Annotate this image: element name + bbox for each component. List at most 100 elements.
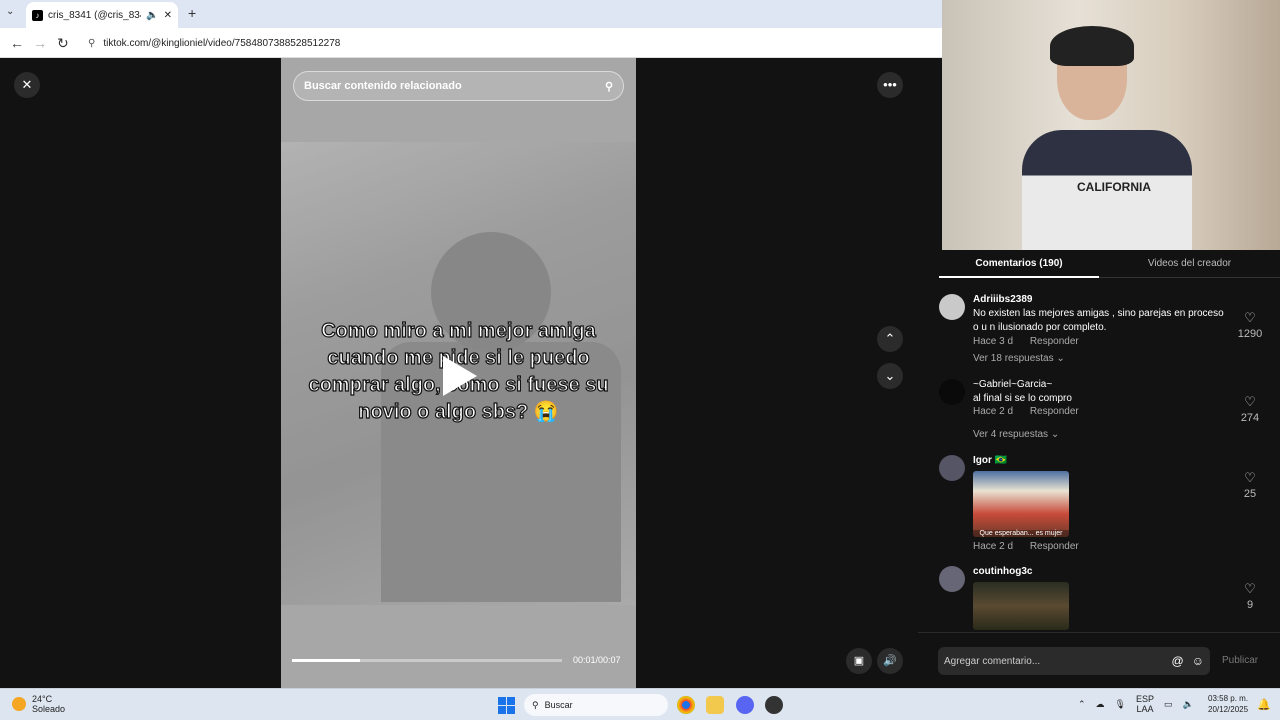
comment-time: Hace 3 d xyxy=(973,336,1014,347)
chrome-icon[interactable] xyxy=(677,696,695,714)
site-info-icon[interactable]: ⚲ xyxy=(88,38,95,49)
streamer-hair xyxy=(1050,26,1134,66)
like-group[interactable]: ♡ 25 xyxy=(1237,470,1263,500)
tab-close-icon[interactable]: ✕ xyxy=(164,10,172,21)
comment-item: coutinhog3c ♡ 9 xyxy=(939,566,1269,632)
comment-username[interactable]: Adriiibs2389 xyxy=(973,294,1032,305)
mention-icon[interactable]: @ xyxy=(1172,654,1184,668)
progress-fill xyxy=(292,659,360,662)
reply-button[interactable]: Responder xyxy=(1030,541,1079,552)
publish-button[interactable]: Publicar xyxy=(1222,655,1258,666)
video-player[interactable]: Buscar contenido relacionado ⚲ Como miro… xyxy=(281,58,636,688)
comment-meta: Hace 2 d Responder xyxy=(973,541,1093,552)
weather-temp: 24°C xyxy=(32,694,53,704)
more-options-icon[interactable]: ••• xyxy=(877,72,903,98)
gif-caption: Que esperaban... es mujer xyxy=(973,530,1069,537)
avatar[interactable] xyxy=(939,566,965,592)
floating-player-icon[interactable]: ▣ xyxy=(846,648,872,674)
windows-start-icon[interactable] xyxy=(498,697,515,714)
like-count: 9 xyxy=(1246,599,1254,611)
comment-meta: Hace 3 d Responder xyxy=(973,336,1093,347)
heart-icon[interactable]: ♡ xyxy=(1237,470,1263,486)
avatar[interactable] xyxy=(939,294,965,320)
reply-button[interactable]: Responder xyxy=(1030,406,1079,417)
chevron-up-icon[interactable]: ⌃ xyxy=(1078,699,1086,710)
weather-condition: Soleado xyxy=(32,704,66,714)
comment-composer: Agregar comentario... @ ☺ Publicar xyxy=(918,632,1280,688)
like-count: 274 xyxy=(1240,412,1260,424)
speaker-icon[interactable]: 🔈 xyxy=(1183,699,1194,710)
chevron-down-icon[interactable]: ⌄ xyxy=(877,363,903,389)
hoodie-text: CALIFORNIA xyxy=(1077,180,1151,194)
url-text: tiktok.com/@kinglioniel/video/7584807388… xyxy=(103,37,341,49)
streamer: CALIFORNIA xyxy=(1022,26,1192,250)
close-icon[interactable]: ✕ xyxy=(14,72,40,98)
comment-username[interactable]: ~Gabriel~Garcia~ xyxy=(973,379,1052,390)
new-tab-button[interactable]: + xyxy=(188,5,196,21)
related-search-placeholder: Buscar contenido relacionado xyxy=(304,80,462,92)
clock-date: 20/12/2025 xyxy=(1208,705,1249,714)
search-icon[interactable]: ⚲ xyxy=(605,80,613,93)
comment-gif[interactable] xyxy=(973,582,1069,630)
play-icon[interactable] xyxy=(443,356,477,396)
obs-icon[interactable] xyxy=(765,696,783,714)
heart-icon[interactable]: ♡ xyxy=(1237,394,1263,410)
like-group[interactable]: ♡ 274 xyxy=(1237,394,1263,424)
tab-title: cris_8341 (@cris_8341) | Tik xyxy=(48,9,141,21)
microphone-icon[interactable]: 🎙 xyxy=(1115,699,1126,710)
language-code: ESP xyxy=(1135,694,1154,704)
reload-button[interactable]: ↻ xyxy=(57,35,69,52)
tab-comments[interactable]: Comentarios (190) xyxy=(939,252,1099,278)
browser-tab[interactable]: ♪ cris_8341 (@cris_8341) | Tik 🔈 ✕ xyxy=(26,2,178,28)
forward-button[interactable]: → xyxy=(33,35,47,51)
comment-input[interactable]: Agregar comentario... @ ☺ xyxy=(938,647,1210,675)
network-icon[interactable]: ▭ xyxy=(1164,699,1173,710)
taskbar-search[interactable]: ⚲ Buscar xyxy=(524,694,668,716)
avatar[interactable] xyxy=(939,379,965,405)
onedrive-icon[interactable]: ☁ xyxy=(1096,699,1105,710)
search-icon: ⚲ xyxy=(532,699,539,710)
like-group[interactable]: ♡ 9 xyxy=(1237,581,1263,611)
file-explorer-icon[interactable] xyxy=(706,696,724,714)
comment-item: Igor 🇧🇷 Que esperaban... es mujer Hace 2… xyxy=(939,455,1269,555)
reply-button[interactable]: Responder xyxy=(1030,336,1079,347)
comment-item: ~Gabriel~Garcia~ al final si se lo compr… xyxy=(939,379,1269,445)
comment-text: al final si se lo compro xyxy=(973,393,1072,404)
weather-widget[interactable]: 24°C Soleado xyxy=(12,694,65,714)
notification-icon[interactable]: 🔔 xyxy=(1257,698,1271,711)
comment-username[interactable]: coutinhog3c xyxy=(973,566,1032,577)
heart-icon[interactable]: ♡ xyxy=(1237,581,1263,597)
progress-bar[interactable] xyxy=(292,659,562,662)
taskbar-search-label: Buscar xyxy=(544,700,573,710)
chevron-up-icon[interactable]: ⌃ xyxy=(877,326,903,352)
system-tray: ⌃ ☁ 🎙 ESP LAA ▭ 🔈 xyxy=(1078,694,1194,714)
discord-icon[interactable] xyxy=(736,696,754,714)
clock-time: 03:58 p. m. xyxy=(1208,694,1249,703)
comment-gif[interactable]: Que esperaban... es mujer xyxy=(973,471,1069,537)
volume-icon[interactable]: 🔊 xyxy=(877,648,903,674)
clock[interactable]: 03:58 p. m. 20/12/2025 xyxy=(1208,693,1248,715)
comment-meta: Hace 2 d Responder xyxy=(973,406,1093,417)
tab-creator-videos[interactable]: Videos del creador xyxy=(1099,252,1280,278)
comment-username[interactable]: Igor 🇧🇷 xyxy=(973,455,1007,466)
sun-icon xyxy=(12,697,26,711)
like-count: 1290 xyxy=(1237,328,1263,340)
comment-item: Adriiibs2389 No existen las mejores amig… xyxy=(939,294,1269,374)
avatar[interactable] xyxy=(939,455,965,481)
comment-time: Hace 2 d xyxy=(973,406,1014,417)
emoji-icon[interactable]: ☺ xyxy=(1192,654,1204,668)
language-indicator[interactable]: ESP LAA xyxy=(1136,694,1154,714)
view-replies-button[interactable]: Ver 4 respuestas ⌄ xyxy=(973,429,1059,440)
back-button[interactable]: ← xyxy=(10,35,24,51)
related-search-input[interactable]: Buscar contenido relacionado ⚲ xyxy=(293,71,624,101)
tab-search-menu[interactable]: ⌄ xyxy=(6,6,14,17)
tiktok-favicon-icon: ♪ xyxy=(32,9,43,21)
comment-time: Hace 2 d xyxy=(973,541,1014,552)
webcam-overlay: CALIFORNIA xyxy=(942,0,1280,250)
video-time: 00:01/00:07 xyxy=(573,655,621,665)
address-bar[interactable]: ⚲ tiktok.com/@kinglioniel/video/75848073… xyxy=(84,32,924,54)
view-replies-button[interactable]: Ver 18 respuestas ⌄ xyxy=(973,353,1065,364)
heart-icon[interactable]: ♡ xyxy=(1237,310,1263,326)
like-group[interactable]: ♡ 1290 xyxy=(1237,310,1263,340)
keyboard-layout: LAA xyxy=(1136,704,1154,714)
